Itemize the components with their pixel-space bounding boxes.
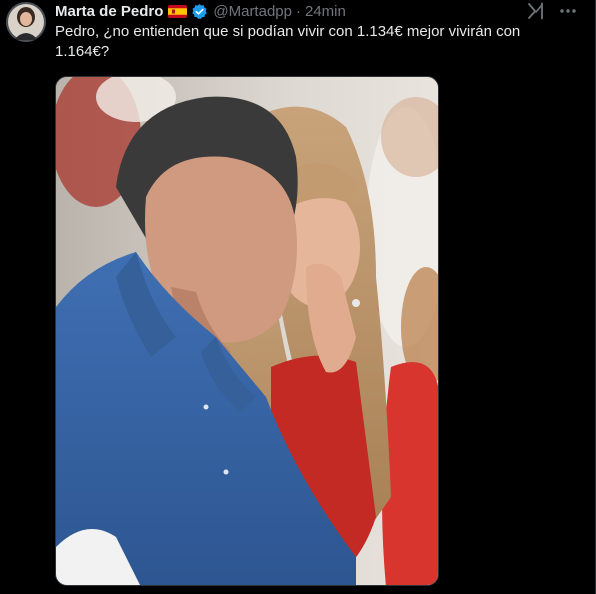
- tweet[interactable]: Marta de Pedro @Martadpp · 24min Pedro, …: [0, 0, 596, 594]
- separator: ·: [295, 2, 301, 20]
- author-avatar[interactable]: [6, 2, 46, 42]
- tweet-header: Marta de Pedro @Martadpp · 24min: [55, 1, 346, 21]
- spain-flag-icon: [168, 4, 188, 18]
- grok-icon[interactable]: [527, 2, 545, 20]
- author-handle[interactable]: @Martadpp: [213, 3, 292, 20]
- post-time[interactable]: 24min: [305, 3, 346, 20]
- author-name[interactable]: Marta de Pedro: [55, 3, 163, 20]
- verified-badge-icon[interactable]: [191, 3, 208, 20]
- more-options-icon[interactable]: [557, 1, 579, 21]
- tweet-text: Pedro, ¿no entienden que si podían vivir…: [55, 23, 521, 60]
- tweet-photo[interactable]: [55, 76, 439, 586]
